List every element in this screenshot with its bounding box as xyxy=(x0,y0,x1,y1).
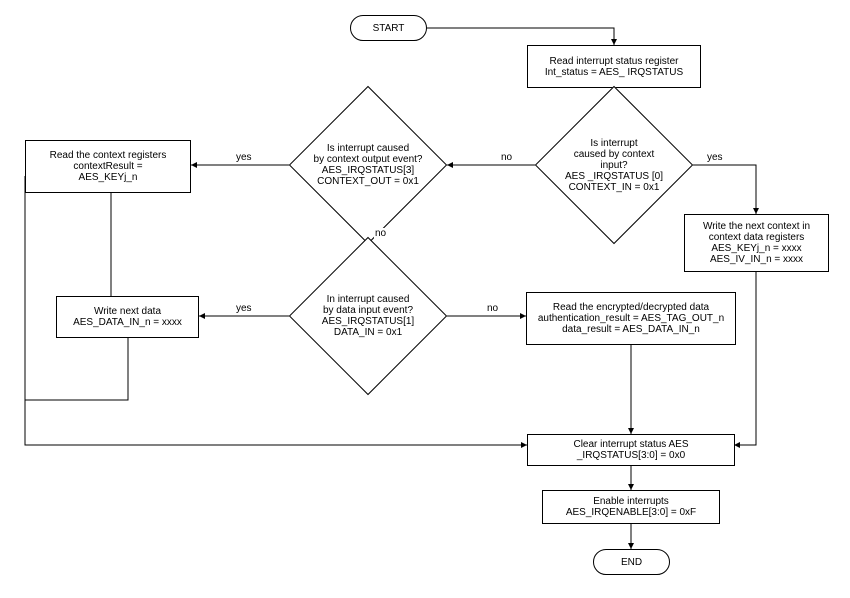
text: CONTEXT_OUT = 0x1 xyxy=(317,176,419,187)
start-terminator: START xyxy=(350,15,427,41)
text: AES _IRQSTATUS [0] xyxy=(565,171,663,182)
text: Write next data xyxy=(94,306,161,317)
text: Write the next context in xyxy=(703,221,810,232)
process-clear-irq: Clear interrupt status AES _IRQSTATUS[3:… xyxy=(527,434,735,466)
text: Clear interrupt status AES xyxy=(573,439,688,450)
edge-label-yes: yes xyxy=(706,152,724,163)
process-read-status: Read interrupt status register Int_statu… xyxy=(527,45,701,88)
text: Read the context registers xyxy=(50,150,167,161)
decision-context-input: Is interrupt caused by context input? AE… xyxy=(535,86,693,244)
text: caused by context input? xyxy=(559,149,669,171)
text: AES_IV_IN_n = xxxx xyxy=(710,254,803,265)
text: _IRQSTATUS[3:0] = 0x0 xyxy=(577,450,685,461)
end-terminator: END xyxy=(593,549,670,575)
edge-label-no: no xyxy=(500,152,513,163)
end-label: END xyxy=(621,557,642,568)
flowchart: START Read interrupt status register Int… xyxy=(0,0,850,598)
text: data_result = AES_DATA_IN_n xyxy=(562,324,700,335)
process-write-data: Write next data AES_DATA_IN_n = xxxx xyxy=(56,296,199,338)
text: DATA_IN = 0x1 xyxy=(334,327,402,338)
decision-context-output: Is interrupt caused by context output ev… xyxy=(289,86,447,244)
text: AES_IRQSTATUS[3] xyxy=(322,165,414,176)
text: AES_IRQSTATUS[1] xyxy=(322,316,414,327)
decision-data-input: In interrupt caused by data input event?… xyxy=(289,237,447,395)
text: context data registers xyxy=(709,232,805,243)
start-label: START xyxy=(373,23,405,34)
text: AES_DATA_IN_n = xxxx xyxy=(73,317,182,328)
process-read-data: Read the encrypted/decrypted data authen… xyxy=(526,292,736,345)
text: Is interrupt caused xyxy=(327,143,409,154)
text: Read the encrypted/decrypted data xyxy=(553,302,709,313)
text: Enable interrupts xyxy=(593,496,669,507)
edge-label-no: no xyxy=(486,303,499,314)
text: AES_IRQENABLE[3:0] = 0xF xyxy=(566,507,696,518)
process-read-context: Read the context registers contextResult… xyxy=(25,140,191,193)
text: by data input event? xyxy=(323,305,413,316)
text: Read interrupt status register xyxy=(550,56,679,67)
text: AES_KEYj_n = xxxx xyxy=(711,243,801,254)
edge-label-yes: yes xyxy=(235,303,253,314)
edge-label-no: no xyxy=(374,228,387,239)
text: Is interrupt xyxy=(590,138,637,149)
text: authentication_result = AES_TAG_OUT_n xyxy=(538,313,724,324)
edge-label-yes: yes xyxy=(235,152,253,163)
process-enable-irq: Enable interrupts AES_IRQENABLE[3:0] = 0… xyxy=(542,490,720,524)
text: AES_KEYj_n xyxy=(79,172,138,183)
text: In interrupt caused xyxy=(327,294,410,305)
text: by context output event? xyxy=(314,154,423,165)
text: contextResult = xyxy=(73,161,142,172)
text: CONTEXT_IN = 0x1 xyxy=(569,182,660,193)
text: Int_status = AES_ IRQSTATUS xyxy=(545,67,683,78)
process-write-context: Write the next context in context data r… xyxy=(684,214,829,272)
